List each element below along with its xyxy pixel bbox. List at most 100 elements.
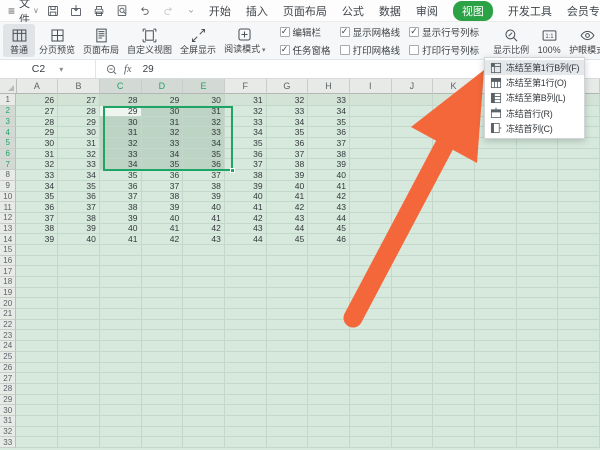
cell-L30[interactable] [475,405,517,416]
cell-M12[interactable] [517,213,559,224]
cell-G25[interactable] [267,352,309,363]
checkbox-打印网格线[interactable]: 打印网格线 [340,43,401,57]
cell-J24[interactable] [392,341,434,352]
cell-B15[interactable] [58,245,100,256]
cell-K31[interactable] [433,416,475,427]
cell-C8[interactable]: 35 [100,170,142,181]
cell-G8[interactable]: 39 [267,170,309,181]
menu-item-冻结首行(R)[interactable]: 冻结首行(R) [485,106,584,121]
cell-A8[interactable]: 33 [16,170,58,181]
cell-F2[interactable]: 32 [225,106,267,117]
cell-C15[interactable] [100,245,142,256]
cell-L26[interactable] [475,363,517,374]
cell-J7[interactable] [392,159,434,170]
cell-E33[interactable] [183,437,225,448]
tab-插入[interactable]: 插入 [246,3,268,19]
cell-F32[interactable] [225,427,267,438]
cell-L10[interactable] [475,192,517,203]
checkbox-编辑栏[interactable]: ✓编辑栏 [280,25,331,39]
cell-I7[interactable] [350,159,392,170]
cell-E6[interactable]: 35 [183,149,225,160]
cell-B28[interactable] [58,384,100,395]
cell-H5[interactable]: 37 [308,138,350,149]
cell-M19[interactable] [517,288,559,299]
column-header-C[interactable]: C [100,79,142,94]
cell-M30[interactable] [517,405,559,416]
阅读模式-button[interactable]: 阅读模式 ▾ [220,24,269,57]
cell-L31[interactable] [475,416,517,427]
cell-M6[interactable] [517,149,559,160]
cell-K23[interactable] [433,330,475,341]
cell-F20[interactable] [225,298,267,309]
cell-D16[interactable] [142,256,184,267]
cell-D14[interactable]: 42 [142,234,184,245]
cell-N12[interactable] [558,213,600,224]
cell-I9[interactable] [350,181,392,192]
magnifier-icon[interactable] [106,64,117,75]
column-header-A[interactable]: A [17,79,59,94]
cell-N28[interactable] [558,384,600,395]
cell-C5[interactable]: 32 [100,138,142,149]
cell-H8[interactable]: 40 [308,170,350,181]
cell-I14[interactable] [350,234,392,245]
cell-C20[interactable] [100,298,142,309]
cell-G30[interactable] [267,405,309,416]
cell-B12[interactable]: 38 [58,213,100,224]
cell-I28[interactable] [350,384,392,395]
cell-M20[interactable] [517,298,559,309]
cell-E7[interactable]: 36 [183,159,225,170]
cell-B11[interactable]: 37 [58,202,100,213]
cell-I5[interactable] [350,138,392,149]
cell-K17[interactable] [433,266,475,277]
tab-开始[interactable]: 开始 [209,3,231,19]
cell-K10[interactable] [433,192,475,203]
cell-A15[interactable] [16,245,58,256]
cell-N27[interactable] [558,373,600,384]
cell-D24[interactable] [142,341,184,352]
cell-K6[interactable] [433,149,475,160]
cell-F9[interactable]: 39 [225,181,267,192]
cell-I4[interactable] [350,127,392,138]
row-header-13[interactable]: 13 [0,224,16,235]
cell-F13[interactable]: 43 [225,224,267,235]
cell-N26[interactable] [558,363,600,374]
cell-N18[interactable] [558,277,600,288]
cell-N33[interactable] [558,437,600,448]
cell-H33[interactable] [308,437,350,448]
cell-C10[interactable]: 37 [100,192,142,203]
分页预览-button[interactable]: 分页预览 [35,24,79,57]
cell-A17[interactable] [16,266,58,277]
cell-E21[interactable] [183,309,225,320]
cell-E18[interactable] [183,277,225,288]
cell-F30[interactable] [225,405,267,416]
cell-G23[interactable] [267,330,309,341]
row-header-18[interactable]: 18 [0,277,16,288]
cell-G28[interactable] [267,384,309,395]
row-header-29[interactable]: 29 [0,395,16,406]
cell-J10[interactable] [392,192,434,203]
cell-N24[interactable] [558,341,600,352]
cell-K2[interactable] [433,106,475,117]
cell-B26[interactable] [58,363,100,374]
cell-C26[interactable] [100,363,142,374]
cell-K1[interactable] [433,94,475,106]
row-header-6[interactable]: 6 [0,149,16,160]
column-header-B[interactable]: B [58,79,100,94]
row-header-32[interactable]: 32 [0,427,16,438]
cell-G32[interactable] [267,427,309,438]
cell-G17[interactable] [267,266,309,277]
cell-J32[interactable] [392,427,434,438]
cell-H24[interactable] [308,341,350,352]
cell-I10[interactable] [350,192,392,203]
cell-I25[interactable] [350,352,392,363]
cell-E26[interactable] [183,363,225,374]
menu-item-冻结至第1行B列(F)[interactable]: 冻结至第1行B列(F) [485,60,584,75]
cell-G26[interactable] [267,363,309,374]
cell-D15[interactable] [142,245,184,256]
cell-E24[interactable] [183,341,225,352]
cell-D6[interactable]: 34 [142,149,184,160]
cell-A26[interactable] [16,363,58,374]
cell-L15[interactable] [475,245,517,256]
cell-C30[interactable] [100,405,142,416]
cell-I15[interactable] [350,245,392,256]
